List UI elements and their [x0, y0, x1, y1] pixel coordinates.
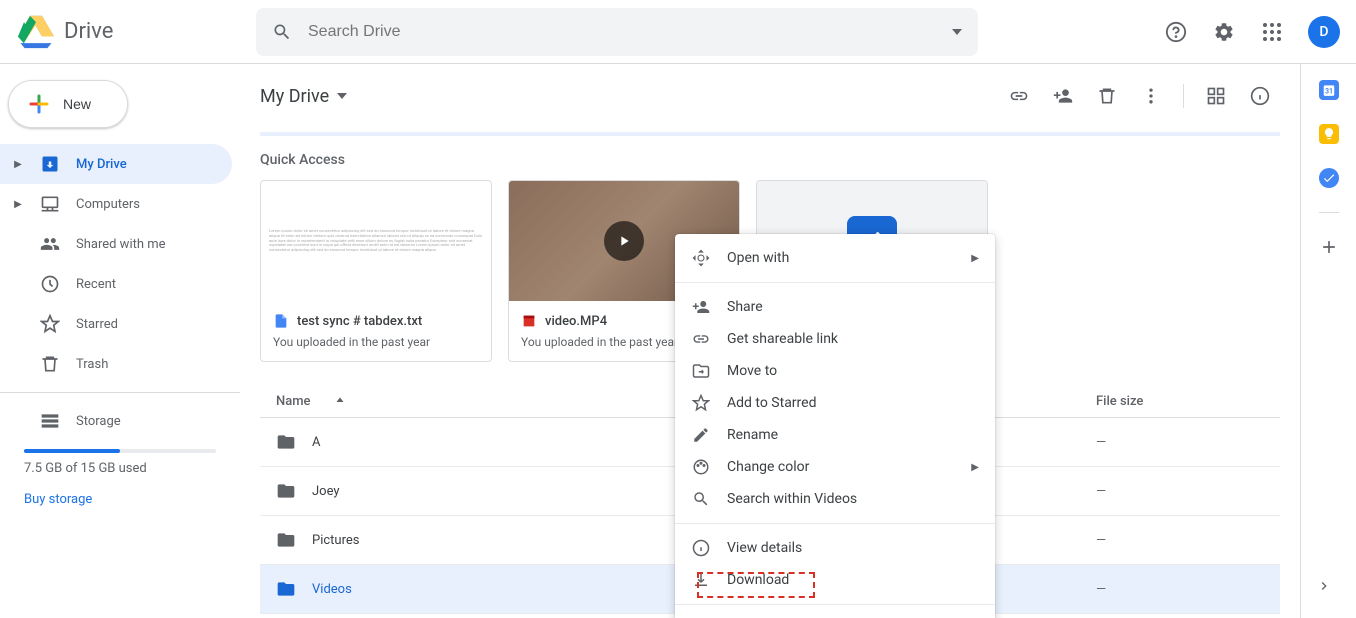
people-icon: [40, 234, 60, 254]
cm-move[interactable]: Move to: [675, 355, 995, 387]
cm-remove[interactable]: Remove: [675, 613, 995, 618]
video-icon: [521, 313, 537, 329]
apps-icon[interactable]: [1252, 12, 1292, 52]
chevron-down-icon: [337, 93, 347, 99]
settings-icon[interactable]: [1204, 12, 1244, 52]
chevron-right-icon: ▶: [971, 253, 979, 264]
col-header-size[interactable]: File size: [1096, 394, 1264, 409]
cm-open-with[interactable]: Open with▶: [675, 242, 995, 274]
toolbar: [999, 76, 1280, 116]
sidebar-item-storage[interactable]: ▶ Storage: [0, 401, 232, 441]
qa-card[interactable]: Lorem ipsum dolor sit amet consectetur a…: [260, 180, 492, 362]
sidebar-item-shared[interactable]: ▶ Shared with me: [0, 224, 232, 264]
storage-text: 7.5 GB of 15 GB used: [24, 461, 216, 476]
plus-icon: [27, 92, 51, 116]
search-icon: [272, 22, 292, 42]
link-icon: [691, 330, 711, 348]
qa-thumbnail: Lorem ipsum dolor sit amet consectetur a…: [261, 181, 491, 301]
quick-access-title: Quick Access: [260, 152, 1280, 168]
breadcrumb[interactable]: My Drive: [260, 86, 347, 107]
sort-up-icon: [333, 395, 347, 409]
folder-icon: [276, 579, 296, 599]
collapse-icon[interactable]: [1304, 566, 1344, 606]
cm-link[interactable]: Get shareable link: [675, 323, 995, 355]
cm-download[interactable]: Download: [675, 564, 995, 596]
info-icon[interactable]: [1240, 76, 1280, 116]
main-panel: My Drive Quick Access Lorem ipsum dolor …: [240, 64, 1300, 618]
star-icon: [691, 394, 711, 412]
calendar-icon[interactable]: 31: [1319, 80, 1339, 100]
expand-icon[interactable]: ▶: [12, 199, 24, 210]
star-icon: [40, 314, 60, 334]
cm-search[interactable]: Search within Videos: [675, 483, 995, 515]
grid-view-icon[interactable]: [1196, 76, 1236, 116]
rename-icon: [691, 426, 711, 444]
search-input[interactable]: [308, 23, 936, 41]
app-title: Drive: [64, 19, 113, 44]
share-icon: [691, 298, 711, 316]
sidebar-item-computers[interactable]: ▶ Computers: [0, 184, 232, 224]
clock-icon: [40, 274, 60, 294]
search-bar[interactable]: [256, 8, 978, 56]
cm-color[interactable]: Change color▶: [675, 451, 995, 483]
delete-icon[interactable]: [1087, 76, 1127, 116]
add-icon[interactable]: [1319, 237, 1339, 257]
sidebar-item-trash[interactable]: ▶ Trash: [0, 344, 232, 384]
sidebar-item-my-drive[interactable]: ▶ My Drive: [0, 144, 232, 184]
content: New ▶ My Drive ▶ Computers ▶ Shared with…: [0, 64, 1356, 618]
play-icon: [604, 221, 644, 261]
folder-icon: [276, 481, 296, 501]
new-button-label: New: [63, 96, 91, 112]
storage-icon: [40, 411, 60, 431]
avatar[interactable]: D: [1308, 16, 1340, 48]
logo-area[interactable]: Drive: [16, 12, 256, 52]
header: Drive D: [0, 0, 1356, 64]
search-icon: [691, 490, 711, 508]
info-icon: [691, 539, 711, 557]
expand-icon[interactable]: ▶: [12, 159, 24, 170]
drive-logo-icon: [16, 12, 56, 52]
trash-icon: [40, 354, 60, 374]
chevron-right-icon: ▶: [971, 462, 979, 473]
doc-icon: [273, 313, 289, 329]
dropdown-icon[interactable]: [952, 29, 962, 35]
breadcrumb-bar: My Drive: [260, 76, 1280, 116]
move-icon: [691, 362, 711, 380]
storage-bar: [24, 449, 216, 453]
more-icon[interactable]: [1131, 76, 1171, 116]
tasks-icon[interactable]: [1319, 168, 1339, 188]
open-with-icon: [691, 249, 711, 267]
cm-rename[interactable]: Rename: [675, 419, 995, 451]
col-header-name[interactable]: Name: [276, 394, 696, 409]
sidebar: New ▶ My Drive ▶ Computers ▶ Shared with…: [0, 64, 240, 618]
svg-text:31: 31: [1324, 88, 1332, 96]
add-person-icon[interactable]: [1043, 76, 1083, 116]
folder-icon: [276, 530, 296, 550]
palette-icon: [691, 458, 711, 476]
keep-icon[interactable]: [1319, 124, 1339, 144]
cm-details[interactable]: View details: [675, 532, 995, 564]
side-panel: 31: [1300, 64, 1356, 618]
download-icon: [691, 571, 711, 589]
folder-icon: [276, 432, 296, 452]
sidebar-item-recent[interactable]: ▶ Recent: [0, 264, 232, 304]
sidebar-item-starred[interactable]: ▶ Starred: [0, 304, 232, 344]
buy-storage-link[interactable]: Buy storage: [24, 492, 216, 507]
drive-icon: [40, 154, 60, 174]
new-button[interactable]: New: [8, 80, 128, 128]
header-actions: D: [1156, 12, 1340, 52]
help-icon[interactable]: [1156, 12, 1196, 52]
cm-share[interactable]: Share: [675, 291, 995, 323]
info-banner: [260, 132, 1280, 136]
computer-icon: [40, 194, 60, 214]
cm-star[interactable]: Add to Starred: [675, 387, 995, 419]
link-icon[interactable]: [999, 76, 1039, 116]
context-menu: Open with▶ Share Get shareable link Move…: [675, 234, 995, 618]
